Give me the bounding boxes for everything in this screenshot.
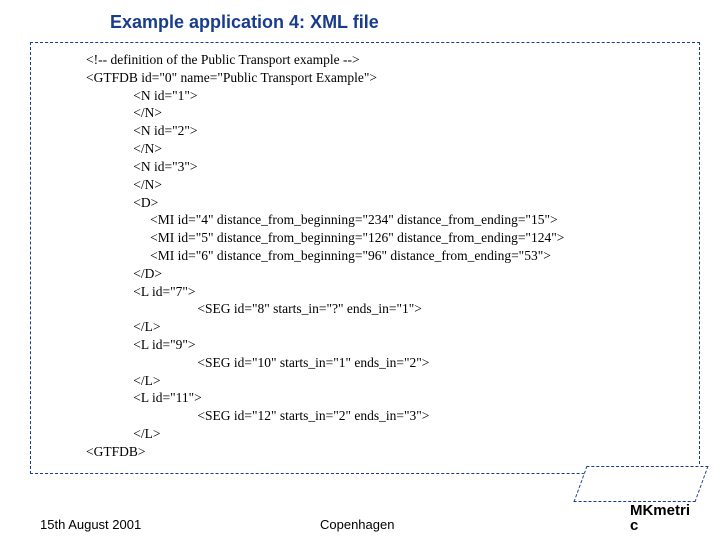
footer-place: Copenhagen [320,517,394,532]
xml-code: <!-- definition of the Public Transport … [86,51,689,461]
footer-date: 15th August 2001 [40,517,141,532]
brand-line-1: MKmetri [630,502,690,519]
brand-line-2: c [630,517,638,534]
brand-decorative-shape [573,466,708,502]
footer-brand: MKmetri c [630,503,690,535]
slide-title: Example application 4: XML file [110,12,379,33]
xml-code-box: <!-- definition of the Public Transport … [30,42,700,474]
